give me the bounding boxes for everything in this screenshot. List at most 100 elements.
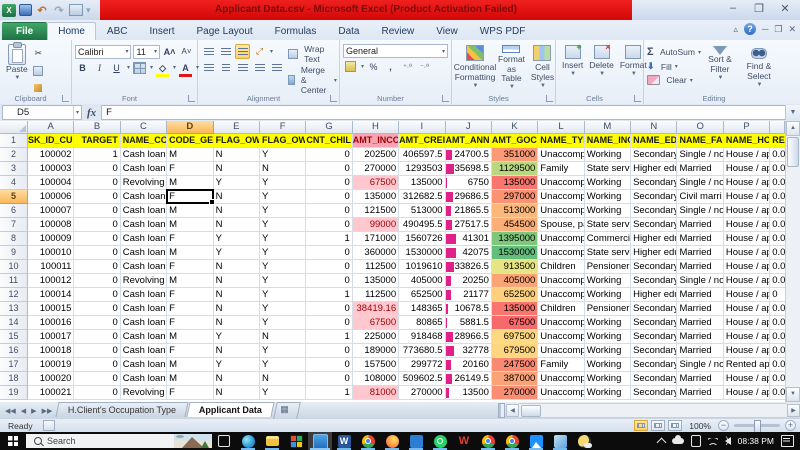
cell[interactable]: 80865 bbox=[399, 316, 446, 330]
book-minimize-icon[interactable]: ─ bbox=[762, 24, 768, 34]
cell[interactable]: 454500 bbox=[491, 218, 539, 232]
name-box[interactable]: D5 ▾ bbox=[2, 105, 82, 120]
tray-expand-icon[interactable] bbox=[656, 437, 667, 448]
cell[interactable]: Y bbox=[259, 386, 307, 400]
cell[interactable]: Cash loans bbox=[120, 162, 168, 176]
minimize-button[interactable]: – bbox=[724, 2, 742, 15]
conditional-formatting-button[interactable]: Conditional Formatting ▼ bbox=[454, 43, 496, 92]
insert-cells-button[interactable]: Insert▼ bbox=[559, 42, 586, 92]
merge-center-button[interactable]: Merge & Center ▾ bbox=[288, 65, 337, 95]
cell[interactable]: CODE_GEI bbox=[167, 134, 214, 148]
cell[interactable]: 100015 bbox=[28, 302, 75, 316]
cell[interactable]: M bbox=[167, 246, 214, 260]
cell[interactable]: 405000 bbox=[491, 274, 539, 288]
cell[interactable]: 0 bbox=[74, 162, 121, 176]
name-box-dropdown-icon[interactable]: ▾ bbox=[72, 106, 81, 119]
row-number[interactable]: 15 bbox=[0, 330, 28, 344]
cell[interactable]: 157500 bbox=[352, 358, 400, 372]
cell[interactable]: Unaccomp bbox=[538, 372, 585, 386]
cell[interactable]: Working bbox=[584, 274, 632, 288]
cell[interactable]: 509602.5 bbox=[399, 372, 446, 386]
horizontal-scroll-thumb[interactable] bbox=[521, 405, 541, 417]
cell[interactable]: SK_ID_CUI bbox=[28, 134, 75, 148]
cell[interactable]: Cash loans bbox=[120, 232, 168, 246]
formula-input[interactable]: F bbox=[101, 105, 785, 120]
cell[interactable]: 100016 bbox=[28, 316, 75, 330]
cell[interactable]: M bbox=[167, 274, 214, 288]
cell[interactable]: Cash loans bbox=[120, 358, 168, 372]
cell[interactable]: Secondary bbox=[631, 330, 678, 344]
cell[interactable]: 100009 bbox=[28, 232, 75, 246]
cell[interactable]: 406597.5 bbox=[399, 148, 446, 162]
cell[interactable]: Cash loans bbox=[120, 372, 168, 386]
cell[interactable]: 112500 bbox=[352, 288, 400, 302]
insert-worksheet-icon[interactable] bbox=[273, 402, 302, 419]
cell[interactable]: Secondary bbox=[631, 386, 678, 400]
cell[interactable]: 0 bbox=[306, 204, 353, 218]
taskbar-app-weather-icon[interactable] bbox=[572, 432, 596, 450]
row-number[interactable]: 5 bbox=[0, 190, 28, 204]
cell[interactable]: NAME_TYI bbox=[538, 134, 585, 148]
cell[interactable]: AMT_ANN bbox=[445, 134, 492, 148]
cell[interactable]: 270000 bbox=[352, 162, 400, 176]
align-top-icon[interactable] bbox=[201, 44, 216, 59]
decrease-decimal-icon[interactable]: ⁻·⁰ bbox=[417, 59, 432, 74]
sheet-tab-occupation-type[interactable]: H.Client's Occupation Type bbox=[55, 402, 190, 417]
cell[interactable]: 100021 bbox=[28, 386, 75, 400]
cell[interactable]: Y bbox=[213, 176, 260, 190]
percent-style-icon[interactable]: % bbox=[366, 59, 381, 74]
prev-sheet-icon[interactable]: ◀ bbox=[19, 406, 28, 416]
taskbar-app-whatsapp-icon[interactable] bbox=[428, 432, 452, 450]
cells-dialog-launcher[interactable] bbox=[634, 95, 641, 102]
cell[interactable]: 135000 bbox=[352, 274, 400, 288]
align-bottom-icon[interactable] bbox=[235, 44, 250, 59]
cell[interactable]: 387000 bbox=[491, 372, 539, 386]
cell[interactable]: Married bbox=[677, 246, 724, 260]
cell[interactable]: House / ap bbox=[723, 190, 771, 204]
cell[interactable]: 270000 bbox=[491, 386, 539, 400]
cell[interactable]: 67500 bbox=[491, 316, 539, 330]
borders-icon[interactable] bbox=[132, 60, 147, 75]
cell[interactable]: Cash loans bbox=[120, 330, 168, 344]
cell[interactable]: Working bbox=[584, 316, 632, 330]
cell[interactable]: House / ap bbox=[723, 204, 771, 218]
cell[interactable]: 112500 bbox=[352, 260, 400, 274]
cell[interactable]: 0 bbox=[306, 316, 353, 330]
cell[interactable]: 0 bbox=[306, 148, 353, 162]
cell[interactable]: F bbox=[167, 232, 214, 246]
underline-button[interactable]: U bbox=[109, 60, 124, 75]
select-all-button[interactable] bbox=[0, 121, 28, 134]
bold-button[interactable]: B bbox=[75, 60, 90, 75]
column-header-D[interactable]: D bbox=[167, 121, 214, 134]
paste-button[interactable]: Paste ▼ bbox=[3, 42, 31, 95]
cell[interactable]: N bbox=[213, 274, 260, 288]
cell[interactable]: 38419.16 bbox=[352, 302, 400, 316]
cell[interactable]: Unaccomp bbox=[538, 344, 585, 358]
first-sheet-icon[interactable]: ◀◀ bbox=[3, 406, 18, 416]
cell[interactable]: 0 bbox=[306, 344, 353, 358]
cell[interactable]: Y bbox=[213, 330, 260, 344]
cell[interactable]: 100003 bbox=[28, 162, 75, 176]
taskbar-app-file-explorer-icon[interactable] bbox=[260, 432, 284, 450]
font-color-icon[interactable]: A bbox=[178, 60, 193, 77]
italic-button[interactable]: I bbox=[92, 60, 107, 75]
cell[interactable]: Y bbox=[213, 232, 260, 246]
cell[interactable]: Married bbox=[677, 372, 724, 386]
close-button[interactable]: ✕ bbox=[776, 2, 794, 15]
cell[interactable]: 67500 bbox=[352, 316, 400, 330]
cell[interactable]: 1 bbox=[74, 148, 121, 162]
cell[interactable]: Working bbox=[584, 176, 632, 190]
cell[interactable]: F bbox=[167, 162, 214, 176]
row-number[interactable]: 2 bbox=[0, 148, 28, 162]
cell[interactable]: 189000 bbox=[352, 344, 400, 358]
wrap-text-button[interactable]: Wrap Text bbox=[288, 44, 337, 64]
row-number[interactable]: 12 bbox=[0, 288, 28, 302]
increase-decimal-icon[interactable]: ⁺·⁰ bbox=[400, 59, 415, 74]
cell[interactable]: House / ap bbox=[723, 246, 771, 260]
cell[interactable]: 0 bbox=[74, 330, 121, 344]
cell[interactable]: 773680.5 bbox=[399, 344, 446, 358]
cell[interactable]: House / ap bbox=[723, 218, 771, 232]
number-format-select[interactable]: General ▾ bbox=[343, 44, 448, 58]
cell[interactable]: 0 bbox=[74, 190, 121, 204]
cell[interactable]: Cash loans bbox=[120, 190, 168, 204]
